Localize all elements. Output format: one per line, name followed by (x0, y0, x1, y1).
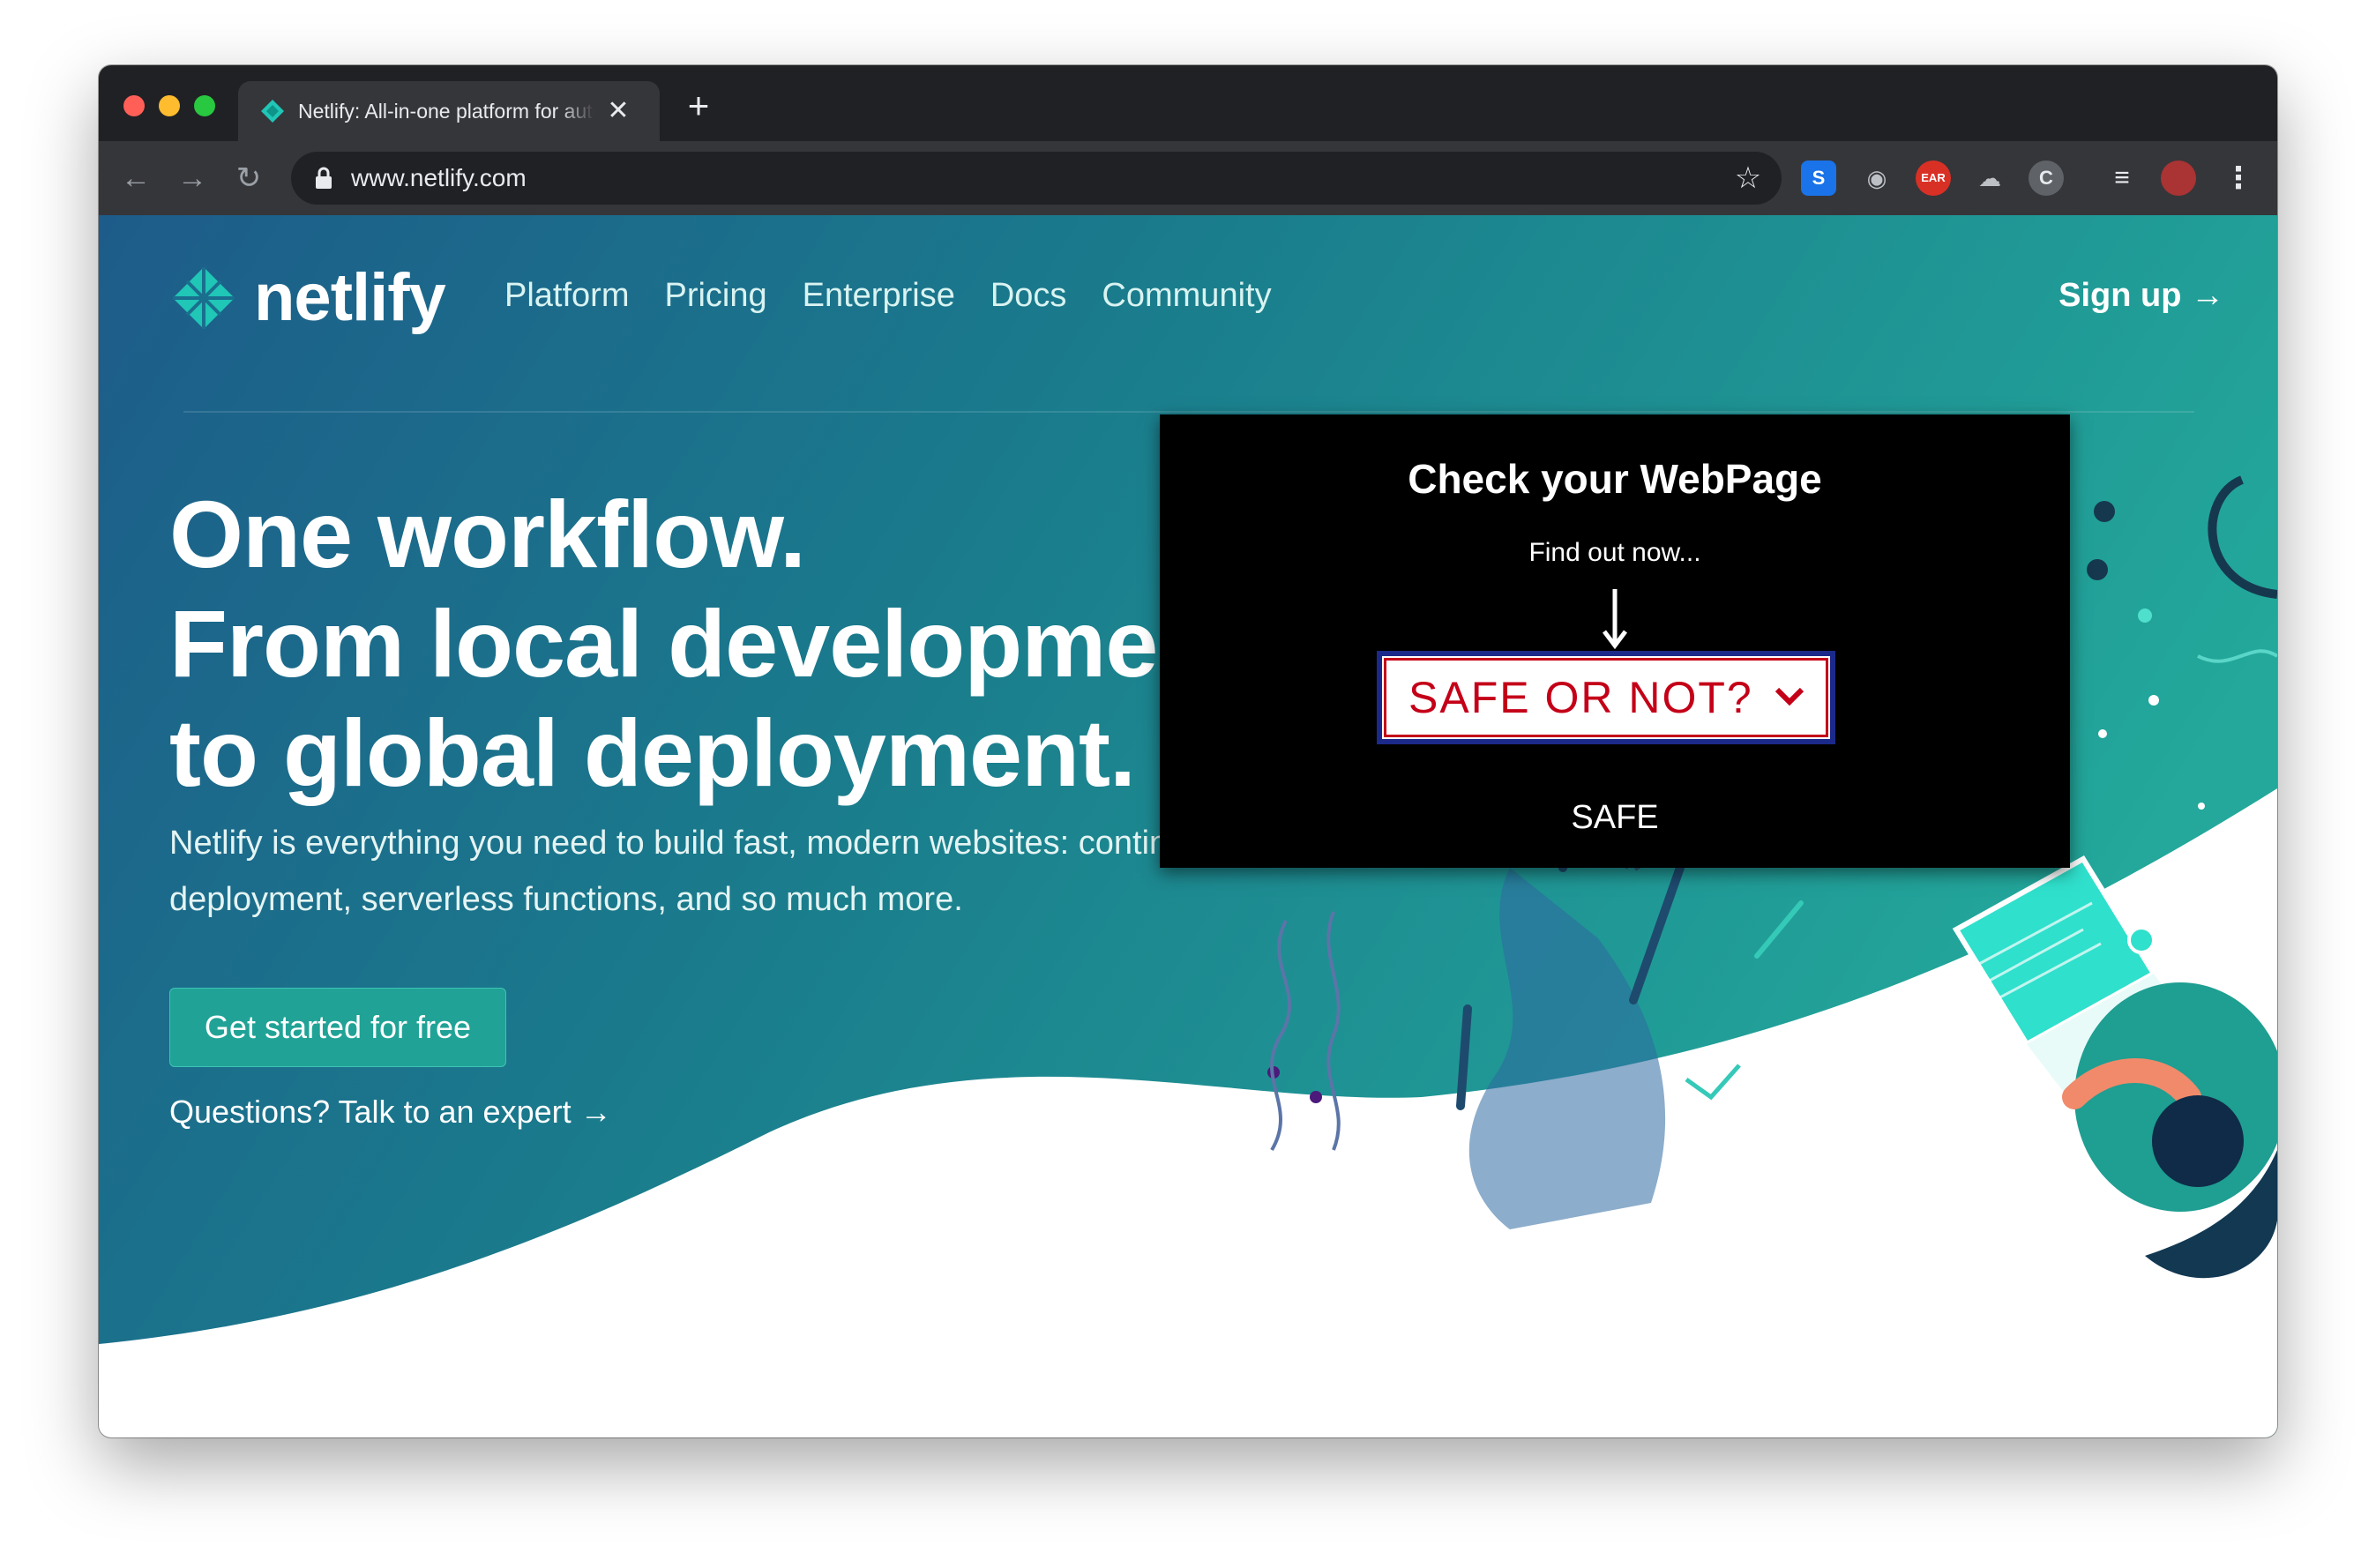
extension-2-icon[interactable]: ◉ (1859, 161, 1894, 196)
nav-divider (183, 411, 2194, 413)
nav-item-enterprise[interactable]: Enterprise (803, 277, 955, 315)
safety-result: SAFE (1571, 799, 1659, 836)
active-tab[interactable]: Netlify: All-in-one platform for automat… (238, 81, 660, 141)
headline-line-2: From local development (169, 590, 1246, 697)
close-tab-icon[interactable]: ✕ (607, 98, 630, 124)
close-window-button[interactable] (123, 95, 145, 116)
minimize-window-button[interactable] (159, 95, 180, 116)
netlify-logo[interactable]: netlify (169, 259, 446, 336)
chevron-down-icon (1775, 687, 1804, 706)
back-icon[interactable]: ← (116, 159, 155, 198)
extension-popup: Check your WebPage Find out now... SAFE … (1160, 414, 2070, 868)
arrow-down-icon (1603, 589, 1627, 649)
tab-title: Netlify: All-in-one platform for automat… (298, 99, 594, 123)
netlify-favicon-icon (261, 100, 284, 123)
nav-item-platform[interactable]: Platform (504, 277, 629, 315)
get-started-button[interactable]: Get started for free (169, 988, 506, 1067)
hero-subcopy: Netlify is everything you need to build … (169, 825, 1241, 918)
main-nav: Platform Pricing Enterprise Docs Communi… (504, 277, 1272, 315)
logo-wordmark: netlify (254, 260, 446, 335)
safe-or-not-select[interactable]: SAFE OR NOT? (1377, 651, 1835, 744)
netlify-logo-icon (173, 266, 235, 329)
lock-icon (316, 167, 332, 189)
select-value: SAFE OR NOT? (1408, 673, 1753, 722)
address-bar[interactable]: www.netlify.com ☆ (291, 152, 1782, 205)
media-controls-icon[interactable]: ≡ (2104, 161, 2140, 196)
talk-to-expert-link[interactable]: Questions? Talk to an expert → (169, 1094, 612, 1131)
new-tab-button[interactable]: + (681, 87, 716, 124)
popup-subtitle: Find out now... (1528, 538, 1701, 567)
headline-line-1: One workflow. (169, 481, 806, 587)
s-extension-icon[interactable]: S (1801, 161, 1836, 196)
hero-headline: One workflow. From local development to … (169, 480, 1246, 808)
nav-item-pricing[interactable]: Pricing (664, 277, 766, 315)
forward-icon[interactable]: → (173, 159, 212, 198)
popup-title: Check your WebPage (1408, 456, 1822, 502)
browser-window: Netlify: All-in-one platform for automat… (99, 65, 2277, 1437)
tab-bar: Netlify: All-in-one platform for automat… (99, 65, 2277, 141)
browser-toolbar: ← → ↻ www.netlify.com ☆ S ◉ EAR ☁ C ≡ ⋮ (99, 141, 2277, 215)
menu-kebab-icon[interactable]: ⋮ (2221, 161, 2256, 196)
extension-4-icon[interactable]: ☁ (1972, 161, 2007, 196)
sign-up-link[interactable]: Sign up → (2058, 277, 2224, 315)
maximize-window-button[interactable] (194, 95, 215, 116)
reload-icon[interactable]: ↻ (229, 159, 268, 198)
profile-avatar[interactable] (2161, 161, 2196, 196)
nav-item-docs[interactable]: Docs (990, 277, 1067, 315)
headline-line-3: to global deployment. (169, 699, 1136, 806)
url-text: www.netlify.com (351, 164, 527, 191)
netlify-homepage: netlify Platform Pricing Enterprise Docs… (99, 215, 2277, 1437)
extension-ear-icon[interactable]: EAR (1916, 161, 1951, 196)
nav-item-community[interactable]: Community (1102, 277, 1271, 315)
bookmark-star-icon[interactable]: ☆ (1732, 162, 1764, 194)
c-extension-icon[interactable]: C (2029, 161, 2064, 196)
